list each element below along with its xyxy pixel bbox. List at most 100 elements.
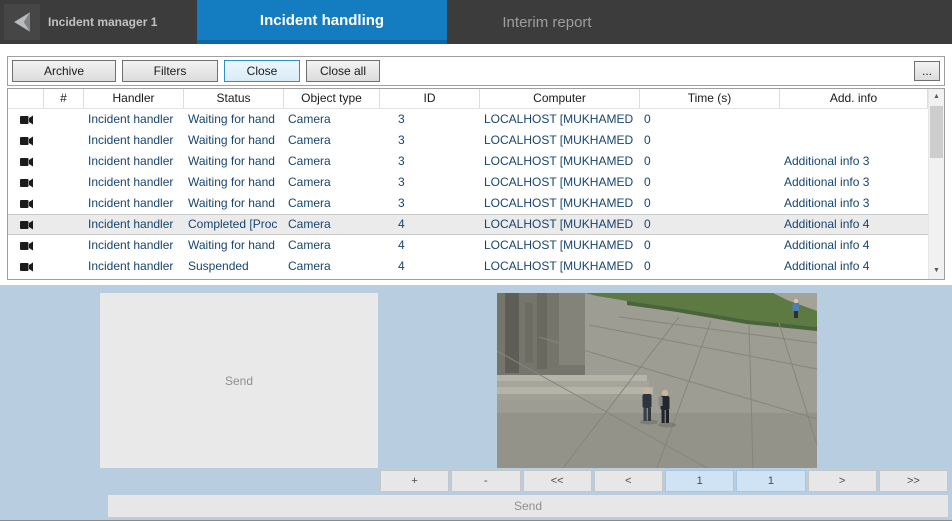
tab-incident-handling[interactable]: Incident handling	[197, 0, 447, 44]
cell-time: 0	[640, 130, 780, 151]
cell-row-number	[44, 151, 84, 172]
cell-object-type: Camera	[284, 130, 380, 151]
control-next-button[interactable]: >	[808, 470, 877, 492]
cell-status: Waiting for hand	[184, 235, 284, 256]
table-header[interactable]: # Handler Status Object type ID Computer…	[8, 89, 928, 109]
control-minus-button[interactable]: -	[451, 470, 520, 492]
cell-handler: Incident handler	[84, 256, 184, 277]
incident-table: # Handler Status Object type ID Computer…	[7, 88, 945, 280]
cell-handler: Incident handler	[84, 172, 184, 193]
column-header-number[interactable]: #	[44, 89, 84, 108]
table-row[interactable]: Incident handlerWaiting for handCamera4L…	[8, 235, 944, 256]
table-row[interactable]: Incident handlerCompleted [ProcCamera4LO…	[8, 214, 944, 235]
scroll-down-arrow[interactable]: ▼	[929, 263, 944, 279]
cell-id: 4	[380, 235, 480, 256]
cell-add-info	[780, 130, 944, 151]
table-row[interactable]: Incident handlerWaiting for handCamera3L…	[8, 172, 944, 193]
app-logo	[4, 4, 40, 40]
video-controls: +-<<<11>>>	[380, 470, 948, 492]
column-header-add-info[interactable]: Add. info	[780, 89, 928, 108]
cell-computer: LOCALHOST [MUKHAMED	[480, 130, 640, 151]
toolbar: Archive Filters Close Close all ...	[7, 56, 945, 86]
cell-handler: Incident handler	[84, 214, 184, 235]
table-row[interactable]: Incident handlerWaiting for handCamera3L…	[8, 151, 944, 172]
column-header-time[interactable]: Time (s)	[640, 89, 780, 108]
column-header-object-type[interactable]: Object type	[284, 89, 380, 108]
cell-status: Waiting for hand	[184, 109, 284, 130]
cell-status: Waiting for hand	[184, 151, 284, 172]
tab-interim-report[interactable]: Interim report	[447, 0, 647, 44]
control-first-button[interactable]: <<	[523, 470, 592, 492]
table-row[interactable]: Incident handlerWaiting for handCamera3L…	[8, 109, 944, 130]
camera-icon	[8, 151, 44, 172]
scroll-up-arrow[interactable]: ▲	[929, 89, 944, 105]
close-all-button[interactable]: Close all	[306, 60, 380, 82]
column-header-computer[interactable]: Computer	[480, 89, 640, 108]
tab-incident-handling-label: Incident handling	[260, 12, 384, 29]
cell-add-info: Additional info 4	[780, 235, 944, 256]
cell-add-info: Additional info 3	[780, 172, 944, 193]
control-prev-button[interactable]: <	[594, 470, 663, 492]
column-header-status[interactable]: Status	[184, 89, 284, 108]
cell-time: 0	[640, 193, 780, 214]
close-button[interactable]: Close	[224, 60, 300, 82]
cell-object-type: Camera	[284, 235, 380, 256]
cell-row-number	[44, 214, 84, 235]
cell-computer: LOCALHOST [MUKHAMED	[480, 214, 640, 235]
cell-computer: LOCALHOST [MUKHAMED	[480, 172, 640, 193]
logo-icon	[8, 8, 36, 36]
cell-object-type: Camera	[284, 256, 380, 277]
camera-image	[497, 293, 817, 468]
tab-interim-report-label: Interim report	[502, 14, 591, 31]
cell-time: 0	[640, 151, 780, 172]
cell-row-number	[44, 235, 84, 256]
column-header-handler[interactable]: Handler	[84, 89, 184, 108]
column-header-icon[interactable]	[8, 89, 44, 108]
camera-icon	[8, 235, 44, 256]
cell-time: 0	[640, 256, 780, 277]
cell-status: Suspended	[184, 256, 284, 277]
cell-row-number	[44, 172, 84, 193]
camera-icon	[8, 130, 44, 151]
vertical-scrollbar[interactable]: ▲ ▼	[928, 89, 944, 279]
control-last-button[interactable]: >>	[879, 470, 948, 492]
cell-object-type: Camera	[284, 172, 380, 193]
send-button[interactable]: Send	[100, 293, 378, 468]
cell-row-number	[44, 109, 84, 130]
archive-button[interactable]: Archive	[12, 60, 116, 82]
camera-icon	[8, 109, 44, 130]
cell-add-info: Additional info 3	[780, 151, 944, 172]
cell-add-info: Additional info 4	[780, 256, 944, 277]
table-row[interactable]: Incident handlerSuspendedCamera4LOCALHOS…	[8, 256, 944, 277]
cell-id: 3	[380, 130, 480, 151]
more-button[interactable]: ...	[914, 61, 940, 81]
scroll-thumb[interactable]	[930, 106, 943, 158]
control-value-1-button[interactable]: 1	[665, 470, 734, 492]
cell-handler: Incident handler	[84, 193, 184, 214]
cell-id: 3	[380, 172, 480, 193]
cell-add-info: Additional info 3	[780, 193, 944, 214]
camera-view	[497, 293, 817, 468]
camera-icon	[8, 172, 44, 193]
cell-row-number	[44, 130, 84, 151]
control-value-2-button[interactable]: 1	[736, 470, 805, 492]
cell-status: Waiting for hand	[184, 172, 284, 193]
bottom-panel: Send	[0, 285, 952, 521]
camera-icon	[8, 214, 44, 235]
cell-add-info: Additional info 4	[780, 214, 944, 235]
filters-button[interactable]: Filters	[122, 60, 218, 82]
cell-id: 4	[380, 256, 480, 277]
topbar: Incident manager 1 Incident handling Int…	[0, 0, 952, 44]
cell-row-number	[44, 256, 84, 277]
control-plus-button[interactable]: +	[380, 470, 449, 492]
cell-object-type: Camera	[284, 193, 380, 214]
cell-object-type: Camera	[284, 109, 380, 130]
cell-time: 0	[640, 214, 780, 235]
cell-id: 4	[380, 214, 480, 235]
cell-computer: LOCALHOST [MUKHAMED	[480, 151, 640, 172]
table-row[interactable]: Incident handlerWaiting for handCamera3L…	[8, 130, 944, 151]
app-title: Incident manager 1	[48, 0, 157, 44]
column-header-id[interactable]: ID	[380, 89, 480, 108]
send-bar-button[interactable]: Send	[108, 495, 948, 517]
table-row[interactable]: Incident handlerWaiting for handCamera3L…	[8, 193, 944, 214]
